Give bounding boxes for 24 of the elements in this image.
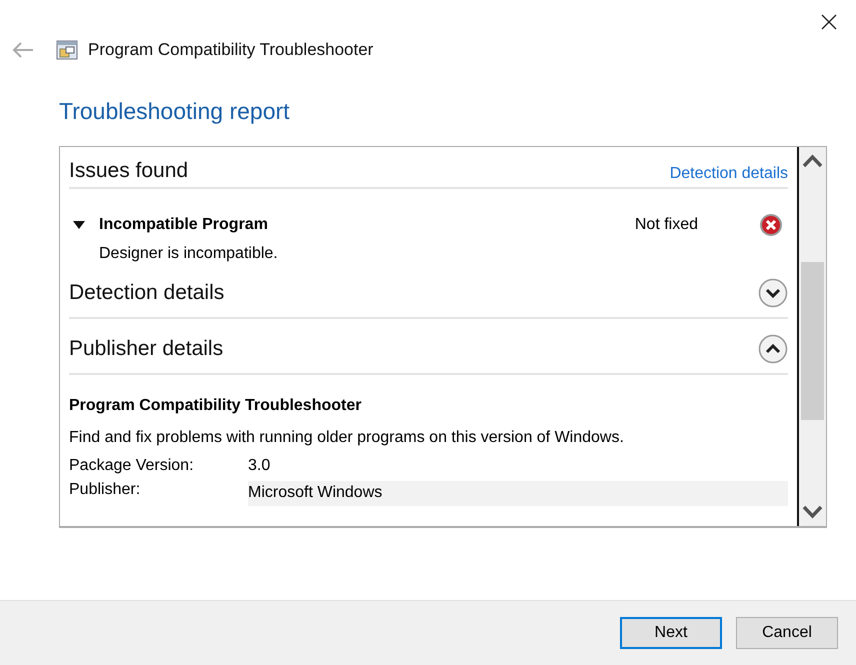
publisher-description: Find and fix problems with running older programs on this version of Windows.	[69, 429, 625, 447]
app-icon	[56, 40, 78, 60]
section-title: Publisher details	[69, 337, 224, 361]
cancel-button[interactable]: Cancel	[736, 617, 838, 649]
property-label: Publisher:	[69, 481, 142, 499]
close-icon	[821, 14, 837, 30]
section-title: Issues found	[69, 159, 188, 183]
scroll-thumb[interactable]	[801, 262, 824, 420]
window-title: Program Compatibility Troubleshooter	[88, 40, 374, 60]
section-title: Detection details	[69, 281, 224, 305]
issue-status: Not fixed	[634, 216, 698, 234]
issue-title: Incompatible Program	[99, 216, 268, 234]
expand-chevron-icon[interactable]	[758, 278, 788, 308]
property-value: 3.0	[248, 457, 272, 475]
detection-details-link[interactable]: Detection details	[670, 165, 788, 183]
expand-triangle-icon[interactable]	[73, 220, 85, 230]
issue-description: Designer is incompatible.	[98, 245, 279, 263]
page-heading: Troubleshooting report	[59, 98, 291, 126]
property-label: Package Version:	[69, 457, 195, 475]
next-button[interactable]: Next	[620, 617, 722, 649]
expand-chevron-icon[interactable]	[758, 334, 788, 364]
property-value: Microsoft Windows	[248, 481, 788, 506]
publisher-name: Program Compatibility Troubleshooter	[69, 397, 362, 415]
scrollbar[interactable]	[797, 147, 826, 526]
